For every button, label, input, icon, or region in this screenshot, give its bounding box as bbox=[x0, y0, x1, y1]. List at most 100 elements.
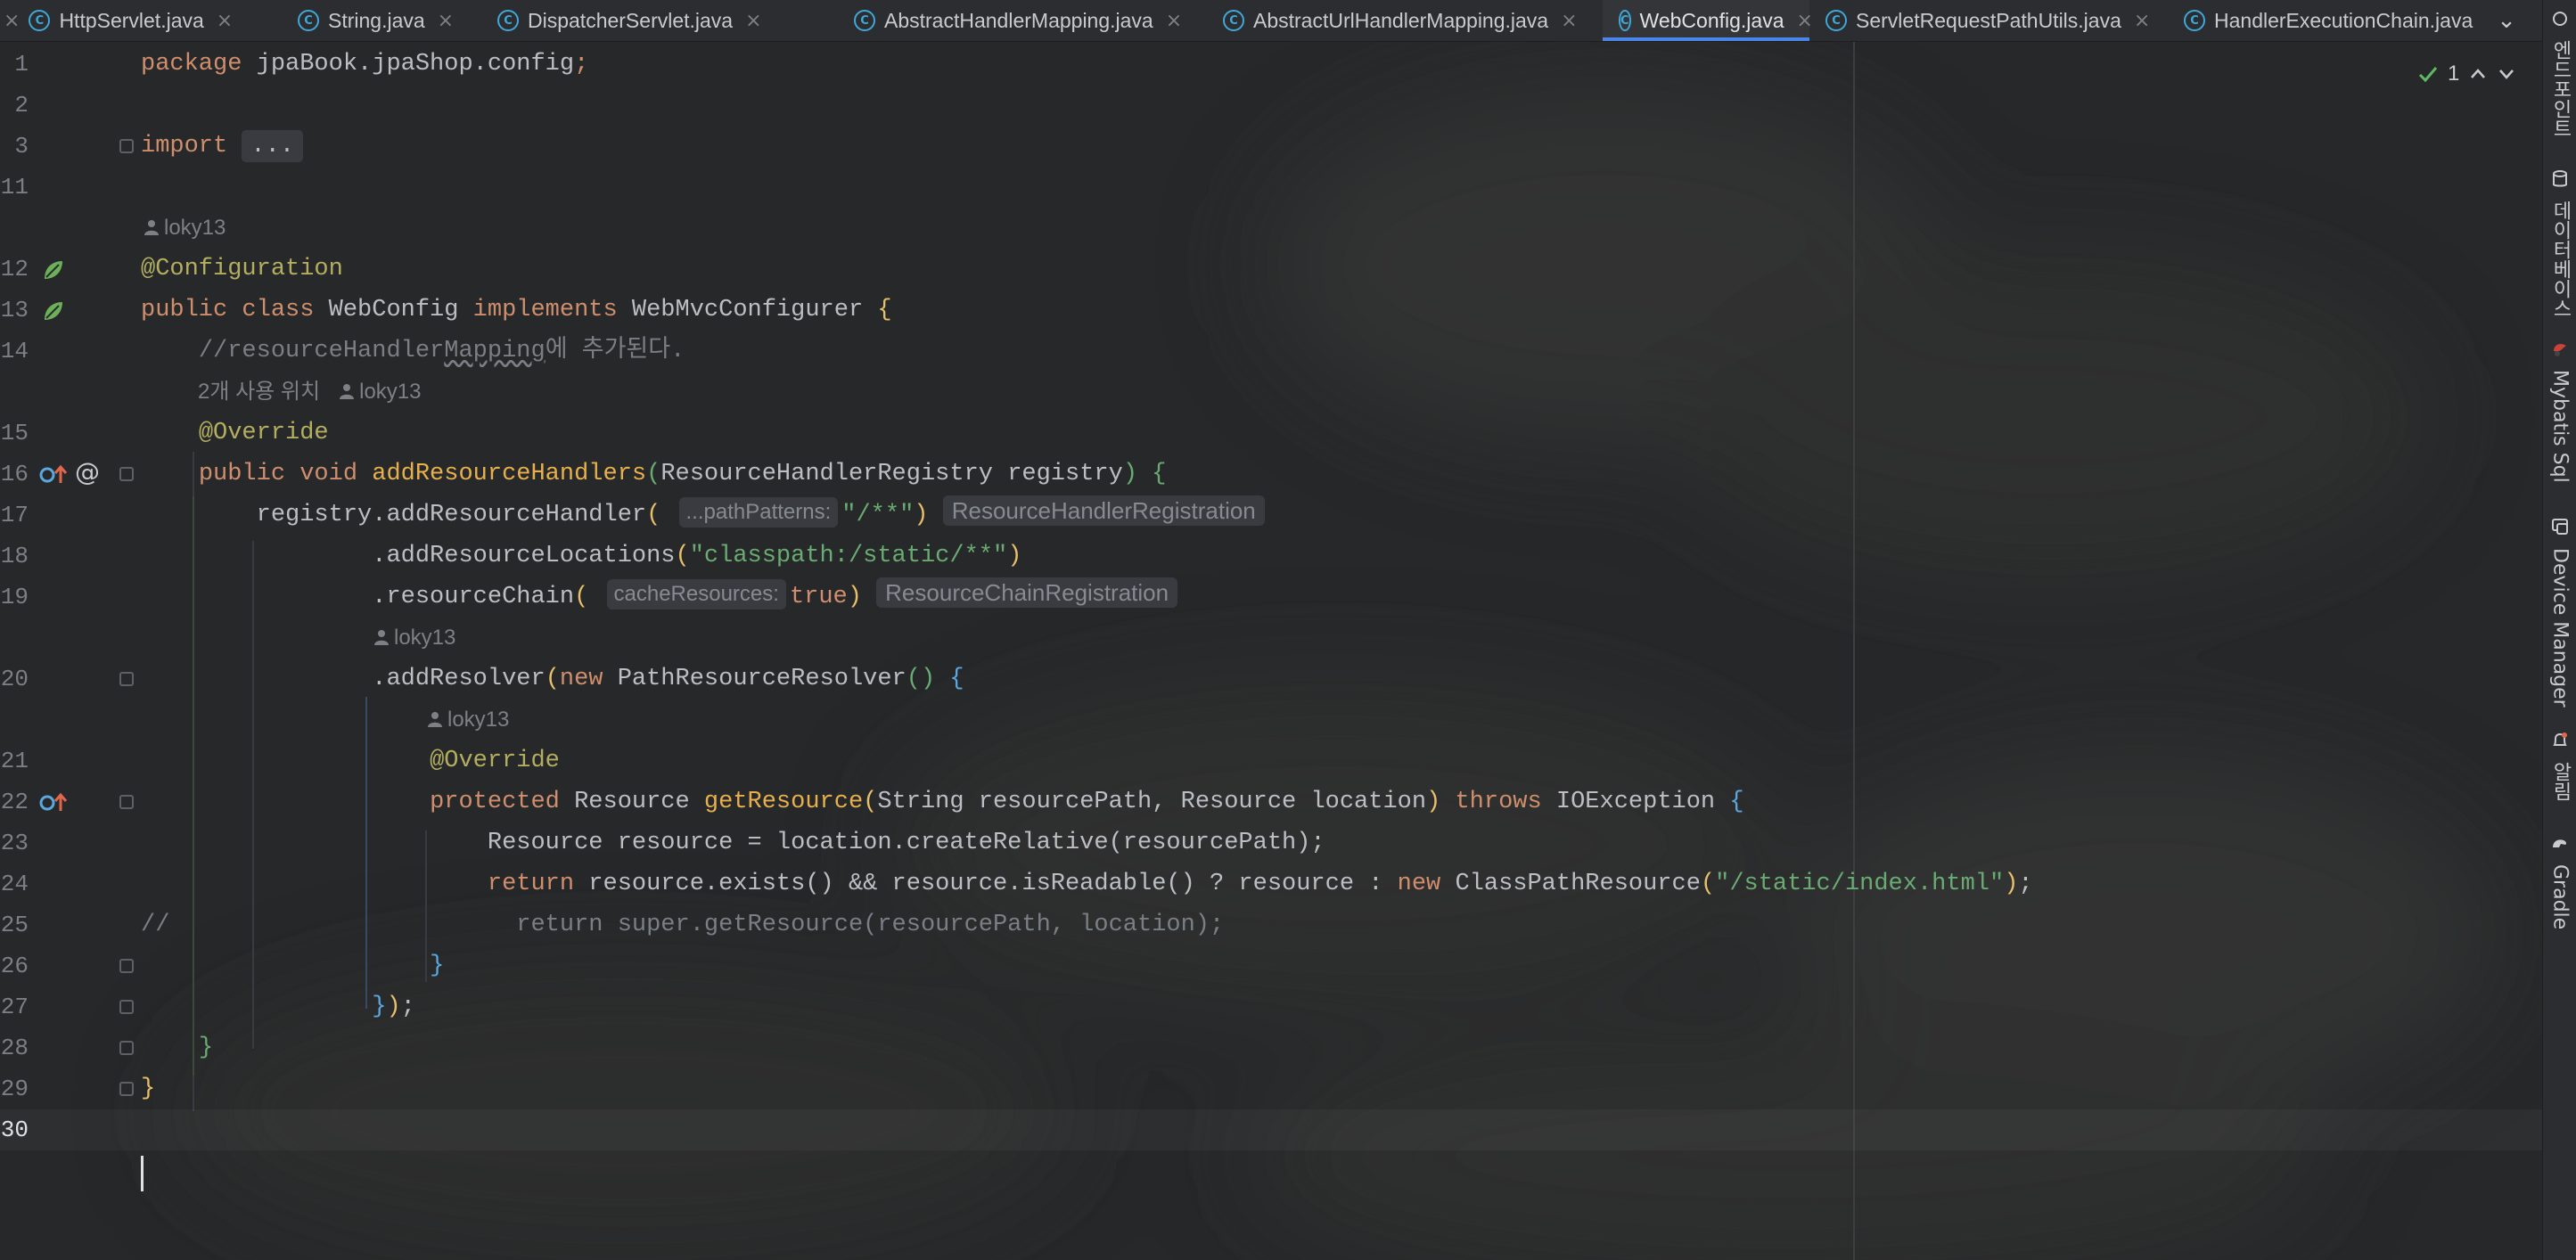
close-tab-icon[interactable]: × bbox=[1561, 10, 1577, 32]
line-number[interactable]: 18 bbox=[0, 536, 29, 577]
tool-window-endpoints[interactable]: 엔드포인트 bbox=[2543, 9, 2576, 138]
code-line[interactable]: 26 } bbox=[0, 945, 2542, 986]
code-line[interactable]: 25 // return super.getResource(resourcePa… bbox=[0, 904, 2542, 945]
code-line[interactable]: 29} bbox=[0, 1068, 2542, 1109]
tab-abstracturlhandlermapping[interactable]: C AbstractUrlHandlerMapping.java × bbox=[1207, 0, 1603, 41]
next-highlight-icon[interactable] bbox=[2497, 64, 2516, 84]
code-line[interactable]: 27 }); bbox=[0, 986, 2542, 1027]
code-text[interactable]: .addResolver(new PathResourceResolver() … bbox=[141, 659, 964, 700]
code-line[interactable]: 24 return resource.exists() && resource.… bbox=[0, 863, 2542, 904]
fold-marker-icon[interactable] bbox=[119, 1082, 134, 1096]
tool-window-database[interactable]: 데이터베이스 bbox=[2543, 169, 2576, 318]
code-text[interactable]: } bbox=[141, 945, 444, 986]
line-number[interactable]: 12 bbox=[0, 249, 29, 290]
code-line[interactable]: 12 @Configuration bbox=[0, 249, 2542, 290]
code-line[interactable]: 15 @Override bbox=[0, 413, 2542, 454]
fold-marker-icon[interactable] bbox=[119, 795, 134, 809]
inspection-widget[interactable]: 1 bbox=[2417, 56, 2516, 92]
close-tab-icon[interactable]: × bbox=[217, 10, 233, 32]
folded-imports[interactable]: ... bbox=[242, 130, 304, 162]
code-text[interactable]: import ... bbox=[141, 126, 304, 167]
overrides-method-icon[interactable] bbox=[39, 791, 70, 814]
line-number[interactable]: 17 bbox=[0, 495, 29, 536]
code-text[interactable]: protected Resource getResource(String re… bbox=[141, 781, 1743, 822]
line-number[interactable]: 25 bbox=[0, 904, 29, 945]
inlay-author-row[interactable]: loky13 bbox=[0, 700, 2542, 740]
line-number[interactable]: 19 bbox=[0, 577, 29, 618]
previous-highlight-icon[interactable] bbox=[2468, 64, 2488, 84]
code-line[interactable]: 28 } bbox=[0, 1027, 2542, 1068]
tool-window-gradle[interactable]: Gradle bbox=[2543, 833, 2576, 929]
code-line[interactable]: 1 package jpaBook.jpaShop.config; bbox=[0, 44, 2542, 85]
close-tab-icon[interactable]: × bbox=[1166, 10, 1182, 32]
tab-dispatcherservlet[interactable]: C DispatcherServlet.java × bbox=[481, 0, 838, 41]
line-number[interactable]: 22 bbox=[0, 781, 29, 822]
line-number[interactable]: 13 bbox=[0, 290, 29, 331]
code-text[interactable]: public void addResourceHandlers(Resource… bbox=[141, 454, 1167, 495]
line-number[interactable]: 28 bbox=[0, 1027, 29, 1068]
line-number[interactable]: 11 bbox=[0, 167, 29, 208]
line-number[interactable]: 27 bbox=[0, 986, 29, 1027]
code-line[interactable]: 2 bbox=[0, 85, 2542, 126]
usages-hint[interactable]: 2개 사용 위치 bbox=[198, 380, 320, 404]
inlay-author-row[interactable]: loky13 bbox=[0, 618, 2542, 659]
code-line[interactable]: 14 //resourceHandlerMapping에 추가된다. bbox=[0, 331, 2542, 372]
close-tab-icon[interactable]: × bbox=[438, 10, 454, 32]
code-text[interactable]: @Override bbox=[141, 740, 560, 781]
close-tab-icon[interactable]: × bbox=[2134, 10, 2150, 32]
code-text[interactable]: registry.addResourceHandler( ...pathPatt… bbox=[141, 495, 1265, 536]
line-number[interactable]: 23 bbox=[0, 822, 29, 863]
code-text[interactable]: @Configuration bbox=[141, 249, 343, 290]
tab-string[interactable]: C String.java × bbox=[282, 0, 481, 41]
at-annotation-icon[interactable]: @ bbox=[75, 457, 100, 487]
tab-webconfig[interactable]: C WebConfig.java × bbox=[1603, 0, 1813, 41]
code-line[interactable]: 11 bbox=[0, 167, 2542, 208]
code-text[interactable]: .addResourceLocations("classpath:/static… bbox=[141, 536, 1021, 577]
inlay-author-row[interactable]: loky13 bbox=[0, 208, 2542, 249]
line-number[interactable]: 16 bbox=[0, 454, 29, 495]
code-line[interactable]: 18 .addResourceLocations("classpath:/sta… bbox=[0, 536, 2542, 577]
line-number[interactable]: 29 bbox=[0, 1068, 29, 1109]
code-text[interactable]: }); bbox=[141, 986, 415, 1027]
code-text[interactable]: @Override bbox=[141, 413, 329, 454]
tool-window-mybatis[interactable]: Mybatis Sql bbox=[2543, 339, 2576, 483]
code-line[interactable]: 19 .resourceChain( cacheResources: true) … bbox=[0, 577, 2542, 618]
author-hint[interactable]: loky13 bbox=[426, 700, 509, 740]
code-line[interactable]: 13 public class WebConfig implements WebM… bbox=[0, 290, 2542, 331]
code-line[interactable]: 16 public void addResourceHandlers(Resou… bbox=[0, 454, 2542, 495]
author-hint[interactable]: loky13 bbox=[373, 618, 455, 659]
line-number[interactable]: 24 bbox=[0, 863, 29, 904]
line-number[interactable]: 1 bbox=[0, 44, 29, 85]
spring-bean-icon[interactable] bbox=[41, 258, 66, 282]
line-number[interactable]: 2 bbox=[0, 85, 29, 126]
fold-marker-icon[interactable] bbox=[119, 959, 134, 973]
overrides-method-icon[interactable] bbox=[39, 463, 70, 487]
author-hint[interactable]: 2개 사용 위치 loky13 bbox=[198, 372, 421, 413]
code-line[interactable]: 21 @Override bbox=[0, 740, 2542, 781]
tool-window-device-manager[interactable]: Device Manager bbox=[2543, 517, 2576, 708]
code-text[interactable]: } bbox=[141, 1027, 213, 1068]
code-line[interactable]: 20 .addResolver(new PathResourceResolver… bbox=[0, 659, 2542, 700]
code-text[interactable]: .resourceChain( cacheResources: true) Res… bbox=[141, 577, 1178, 618]
tool-window-notifications[interactable]: 알림 bbox=[2543, 731, 2576, 801]
close-tab-icon[interactable]: × bbox=[4, 10, 20, 32]
line-number[interactable]: 14 bbox=[0, 331, 29, 372]
code-text[interactable]: Resource resource = location.createRelat… bbox=[141, 822, 1325, 863]
code-text[interactable]: return resource.exists() && resource.isR… bbox=[141, 863, 2033, 904]
tab-servletrequestpathutils[interactable]: C ServletRequestPathUtils.java × bbox=[1809, 0, 2168, 41]
fold-marker-icon[interactable] bbox=[119, 672, 134, 686]
line-number[interactable]: 15 bbox=[0, 413, 29, 454]
tab-list-dropdown-icon[interactable]: ⌄ bbox=[2483, 0, 2530, 41]
code-text[interactable]: } bbox=[141, 1068, 155, 1109]
line-number[interactable]: 26 bbox=[0, 945, 29, 986]
code-text[interactable]: // return super.getResource(resourcePath… bbox=[141, 904, 1224, 945]
inlay-author-row[interactable]: 2개 사용 위치 loky13 bbox=[0, 372, 2542, 413]
line-number[interactable]: 3 bbox=[0, 126, 29, 167]
code-line[interactable]: 30 bbox=[0, 1109, 2542, 1150]
code-text[interactable]: public class WebConfig implements WebMvc… bbox=[141, 290, 892, 331]
close-tab-icon[interactable]: × bbox=[745, 10, 761, 32]
tab-httpservlet[interactable]: × C HttpServlet.java × bbox=[0, 0, 282, 41]
code-text[interactable]: //resourceHandlerMapping에 추가된다. bbox=[141, 331, 685, 372]
code-line[interactable]: 3 import ... bbox=[0, 126, 2542, 167]
line-number[interactable]: 20 bbox=[0, 659, 29, 700]
